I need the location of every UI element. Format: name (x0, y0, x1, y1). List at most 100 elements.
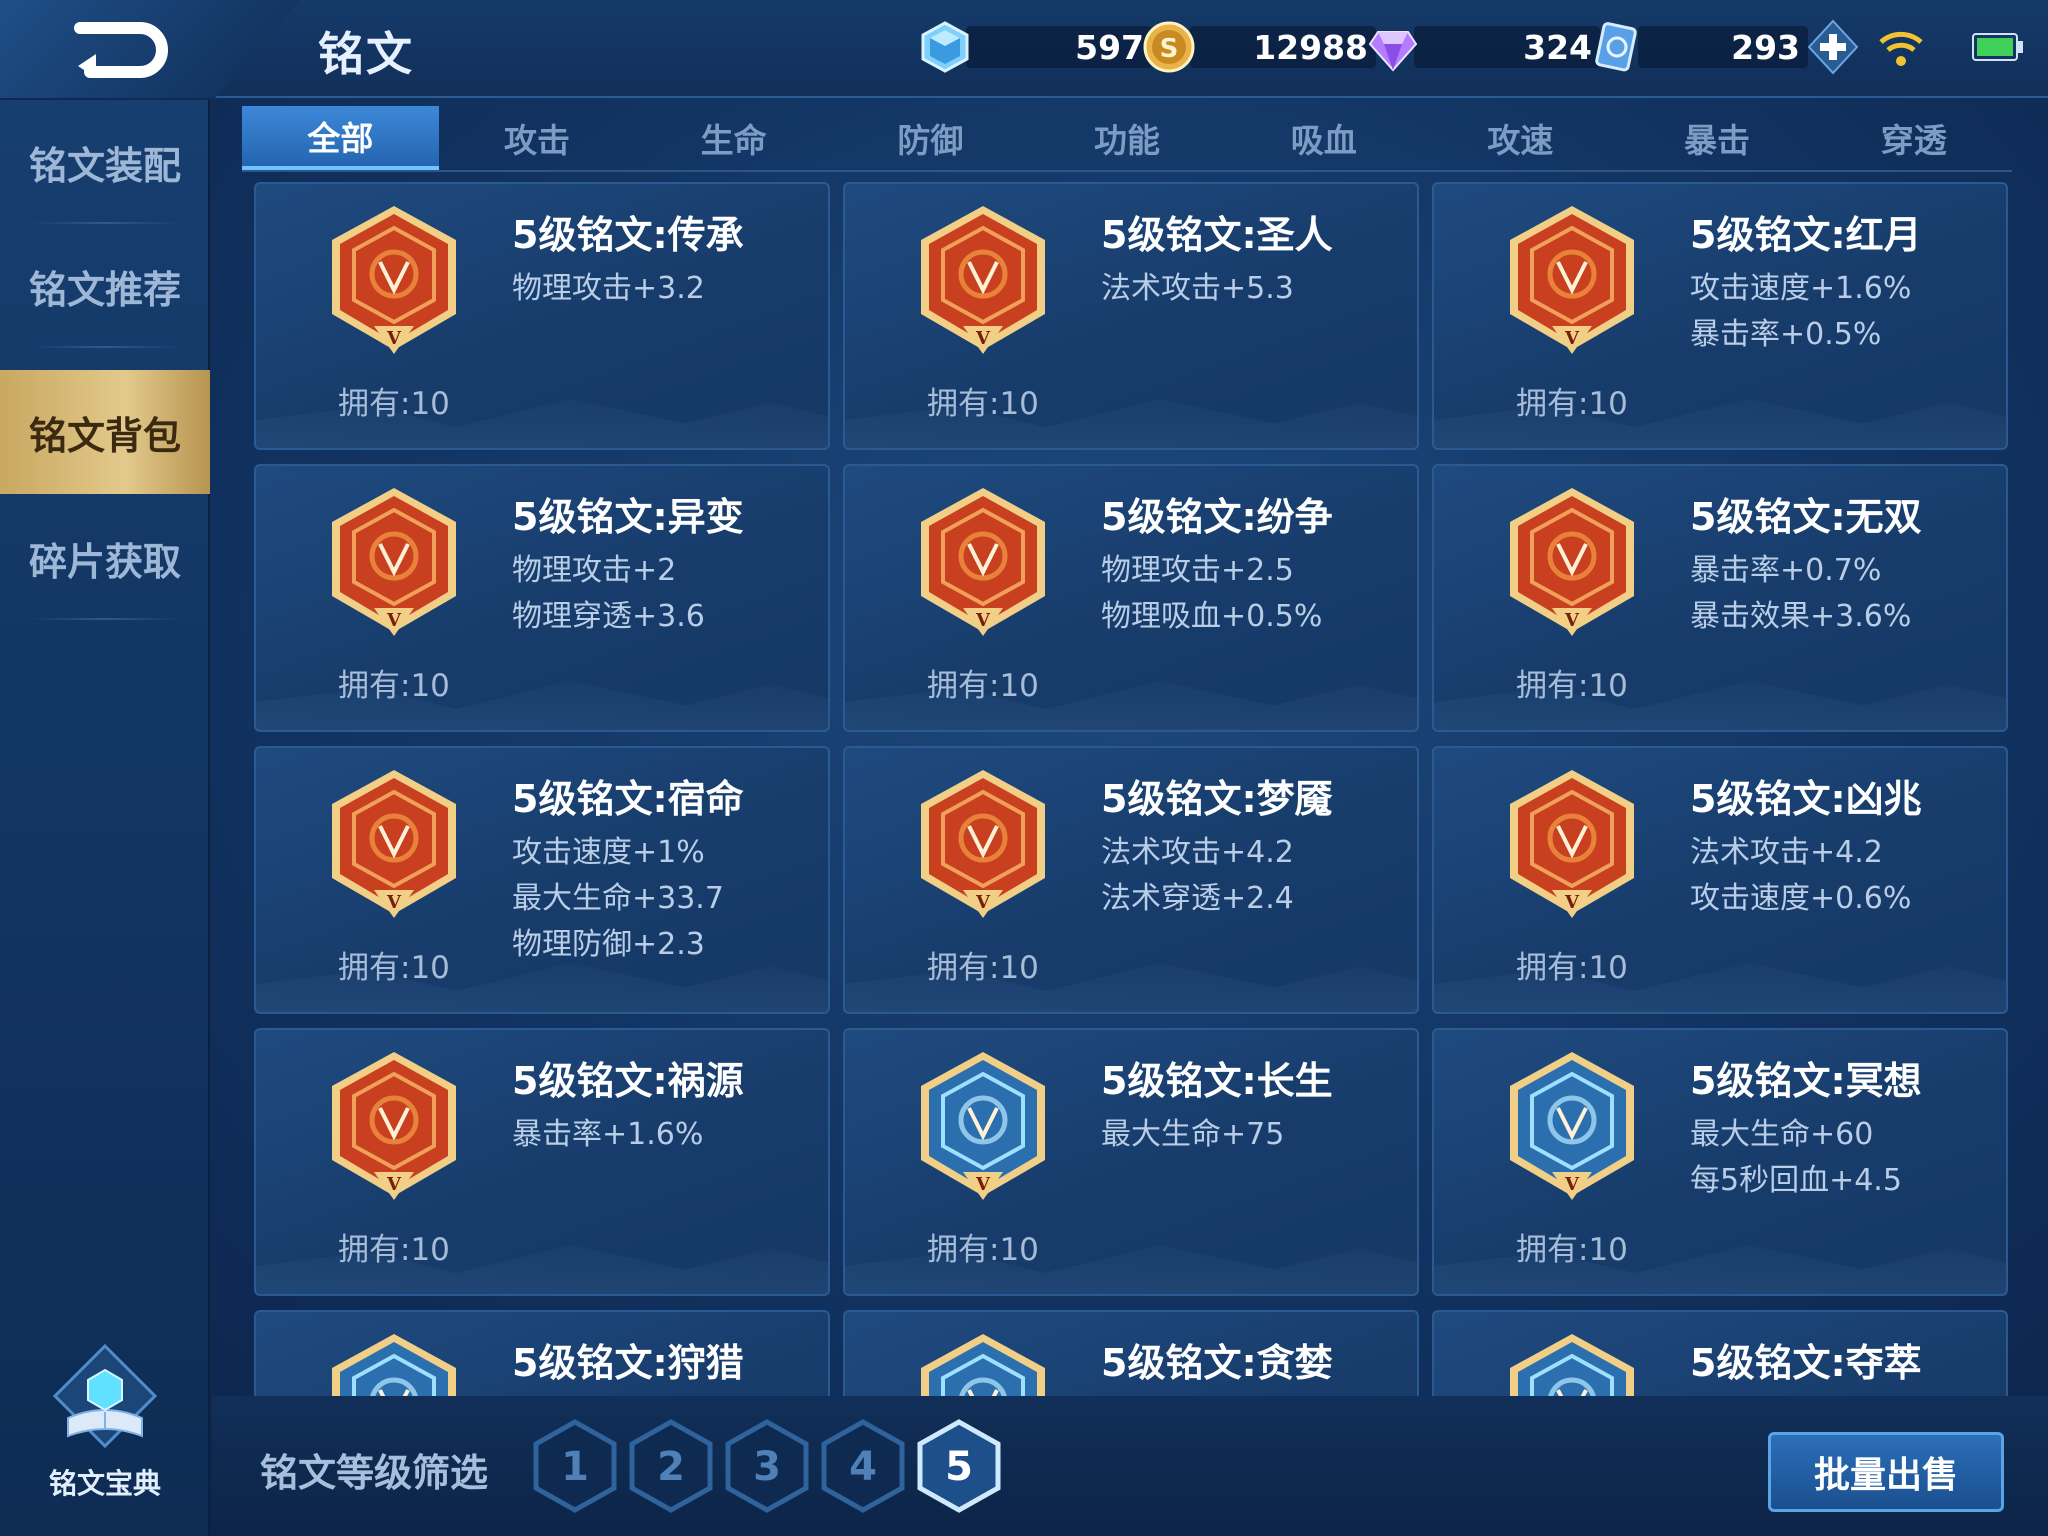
owned-count: 拥有:10 (927, 950, 1039, 986)
rune-emblem-icon: V (332, 1334, 456, 1396)
tab-utility[interactable]: 功能 (1029, 106, 1226, 170)
rune-stat-line: 暴击率+0.5% (1690, 317, 1882, 352)
owned-count: 拥有:10 (927, 386, 1039, 422)
resource-diamond: 597 (918, 21, 1152, 73)
owned-count: 拥有:10 (1516, 1232, 1628, 1268)
rune-emblem-icon: V (921, 488, 1045, 636)
rune-stats: 法术攻击+4.2 法术穿透+2.4 (1101, 830, 1294, 922)
rune-stats: 物理攻击+3.2 (512, 266, 705, 312)
svg-text:V: V (975, 892, 991, 913)
tab-attack[interactable]: 攻击 (439, 106, 636, 170)
sidebar-item-rune-recommend[interactable]: 铭文推荐 (0, 224, 210, 348)
sidebar-item-rune-bag[interactable]: 铭文背包 (0, 370, 210, 494)
level-number: 1 (561, 1444, 589, 1490)
rune-card[interactable]: V 5级铭文:无双 暴击率+0.7% 暴击效果+3.6% 拥有:10 (1432, 464, 2008, 732)
svg-text:V: V (975, 1174, 991, 1195)
rune-card[interactable]: V 5级铭文:红月 攻击速度+1.6% 暴击率+0.5% 拥有:10 (1432, 182, 2008, 450)
rune-name: 5级铭文:异变 (512, 495, 744, 539)
sidebar-item-label: 铭文装配 (28, 143, 181, 188)
rune-stat-line: 最大生命+75 (1101, 1117, 1285, 1152)
rune-stat-line: 物理攻击+2.5 (1101, 553, 1294, 588)
rune-stat-line: 每5秒回血+4.5 (1690, 1163, 1902, 1198)
rune-stat-line: 最大生命+33.7 (512, 881, 724, 916)
rune-card[interactable]: V 5级铭文:冥想 最大生命+60 每5秒回血+4.5 拥有:10 (1432, 1028, 2008, 1296)
rune-codex-button[interactable]: 铭文宝典 (30, 1340, 180, 1500)
back-arrow-icon[interactable] (70, 20, 170, 80)
tab-critical[interactable]: 暴击 (1619, 106, 1816, 170)
bottom-bar: 铭文等级筛选 1 2 3 4 5 批量出售 (212, 1396, 2048, 1536)
level-filter-2-button[interactable]: 2 (628, 1418, 714, 1514)
tab-all[interactable]: 全部 (242, 106, 439, 170)
owned-count: 拥有:10 (338, 950, 450, 986)
rune-card[interactable]: V 5级铭文:宿命 攻击速度+1% 最大生命+33.7 物理防御+2.3 拥有:10 (254, 746, 830, 1014)
sidebar-item-label: 铭文背包 (28, 413, 181, 458)
rune-stats: 物理攻击+2.5 物理吸血+0.5% (1101, 548, 1322, 640)
sidebar-item-rune-setup[interactable]: 铭文装配 (0, 100, 210, 224)
codex-book-icon (52, 1343, 158, 1449)
rune-card[interactable]: V 5级铭文:凶兆 法术攻击+4.2 攻击速度+0.6% 拥有:10 (1432, 746, 2008, 1014)
rune-name: 5级铭文:贪婪 (1101, 1341, 1333, 1385)
rune-name: 5级铭文:无双 (1690, 495, 1922, 539)
tab-penetration[interactable]: 穿透 (1815, 106, 2012, 170)
rune-stat-line: 攻击速度+0.6% (1690, 881, 1912, 916)
codex-label: 铭文宝典 (48, 1467, 161, 1500)
owned-count: 拥有:10 (338, 668, 450, 704)
svg-text:V: V (386, 892, 402, 913)
rune-name: 5级铭文:梦魇 (1101, 777, 1333, 821)
rune-name: 5级铭文:传承 (512, 213, 744, 257)
rune-stat-line: 物理吸血+0.5% (1101, 599, 1323, 634)
owned-count: 拥有:10 (927, 668, 1039, 704)
rune-card[interactable]: V 5级铭文:贪婪 (843, 1310, 1419, 1396)
svg-text:V: V (975, 328, 991, 349)
rune-stat-line: 暴击率+1.6% (512, 1117, 704, 1152)
owned-count: 拥有:10 (1516, 950, 1628, 986)
tab-lifesteal[interactable]: 吸血 (1225, 106, 1422, 170)
rune-card[interactable]: V 5级铭文:梦魇法术攻击+4.2 法术穿透+2.4 拥有:10 (843, 746, 1419, 1014)
rune-emblem-icon: V (1510, 1052, 1634, 1200)
rune-stat-line: 法术攻击+5.3 (1101, 271, 1294, 306)
level-filter-label: 铭文等级筛选 (260, 1451, 489, 1495)
rune-card[interactable]: V 5级铭文:纷争 物理攻击+2.5 物理吸血+0.5% 拥有:10 (843, 464, 1419, 732)
rune-card[interactable]: V 5级铭文:长生 最大生命+75 拥有:10 (843, 1028, 1419, 1296)
rune-name: 5级铭文:夺萃 (1690, 1341, 1922, 1385)
rune-card[interactable]: V 5级铭文:圣人法术攻击+5.3 拥有:10 (843, 182, 1419, 450)
rune-card[interactable]: V 5级铭文:狩猎 (254, 1310, 830, 1396)
rune-card[interactable]: V 5级铭文:夺萃 (1432, 1310, 2008, 1396)
rune-stats: 法术攻击+5.3 (1101, 266, 1294, 312)
add-currency-button[interactable] (1804, 18, 1862, 76)
rune-stat-line: 物理攻击+2 (512, 553, 677, 588)
rune-card[interactable]: V 5级铭文:祸源 暴击率+1.6% 拥有:10 (254, 1028, 830, 1296)
rune-emblem-icon: V (332, 1052, 456, 1200)
bulk-sell-button[interactable]: 批量出售 (1768, 1432, 2004, 1512)
rune-emblem-icon: V (332, 206, 456, 354)
level-filter-3-button[interactable]: 3 (724, 1418, 810, 1514)
level-filter-4-button[interactable]: 4 (820, 1418, 906, 1514)
rune-emblem-icon: V (921, 1334, 1045, 1396)
tab-defense[interactable]: 防御 (832, 106, 1029, 170)
rune-stat-line: 暴击效果+3.6% (1690, 599, 1912, 634)
sidebar-item-fragment-acquire[interactable]: 碎片获取 (0, 496, 210, 620)
level-number: 5 (945, 1444, 973, 1490)
gold-coin-icon: S (1143, 21, 1195, 73)
gem-count: 324 (1414, 26, 1600, 68)
rune-name: 5级铭文:红月 (1690, 213, 1922, 257)
resource-gem: 324 (1366, 22, 1600, 72)
crystal-icon (921, 21, 969, 73)
rune-stats: 暴击率+1.6% (512, 1112, 703, 1158)
tab-attack-speed[interactable]: 攻速 (1422, 106, 1619, 170)
rune-name: 5级铭文:宿命 (512, 777, 744, 821)
divider (30, 346, 180, 348)
divider (30, 618, 180, 620)
owned-count: 拥有:10 (338, 386, 450, 422)
diamond-count: 597 (966, 26, 1152, 68)
rune-name: 5级铭文:长生 (1101, 1059, 1333, 1103)
svg-text:V: V (386, 1174, 402, 1195)
rune-card[interactable]: V 5级铭文:异变 物理攻击+2 物理穿透+3.6 拥有:10 (254, 464, 830, 732)
level-filter-5-button[interactable]: 5 (916, 1418, 1002, 1514)
level-filter-1-button[interactable]: 1 (532, 1418, 618, 1514)
rune-emblem-icon: V (921, 1052, 1045, 1200)
rune-name: 5级铭文:圣人 (1101, 213, 1333, 257)
rune-stat-line: 暴击率+0.7% (1690, 553, 1882, 588)
tab-health[interactable]: 生命 (635, 106, 832, 170)
rune-card[interactable]: V 5级铭文:传承 物理攻击+3.2 拥有:10 (254, 182, 830, 450)
